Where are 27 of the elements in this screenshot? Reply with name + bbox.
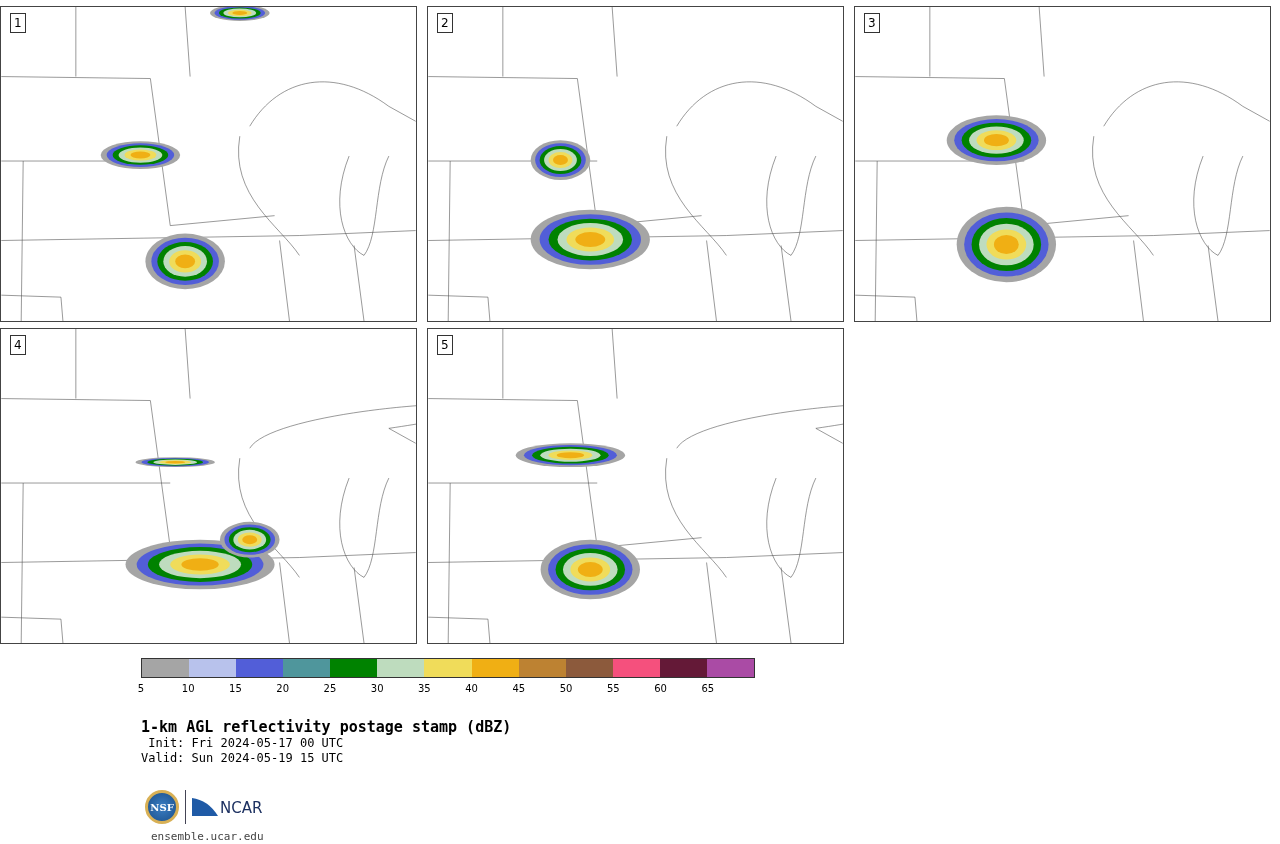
tick-label: 5 <box>137 683 145 694</box>
tick-label: 50 <box>559 683 573 694</box>
wave-icon <box>192 798 218 816</box>
tick-label: 30 <box>370 683 384 694</box>
tick-label: 20 <box>276 683 290 694</box>
panel-number: 4 <box>10 335 26 355</box>
tick-label: 55 <box>606 683 620 694</box>
tick-label: 15 <box>229 683 242 694</box>
tick-label: 35 <box>418 683 431 694</box>
nsf-logo: NSF <box>145 790 179 824</box>
tick-label: 10 <box>181 683 195 694</box>
tick-label: 65 <box>701 683 715 694</box>
tick-label: 40 <box>465 683 478 694</box>
init-time: Init: Fri 2024-05-17 00 UTC <box>147 736 345 751</box>
tick-label: 60 <box>654 683 667 694</box>
panel-number: 2 <box>437 13 453 33</box>
panel-number: 3 <box>864 13 880 33</box>
tick-label: 25 <box>323 683 337 694</box>
panel-number: 5 <box>437 335 453 355</box>
tick-label: 45 <box>512 683 526 694</box>
radar-echo-drawing <box>210 7 270 21</box>
panel-number: 1 <box>10 13 26 33</box>
radar-echo-drawing <box>530 140 591 180</box>
ncar-logo: NCAR <box>220 800 263 816</box>
chart-title: 1-km AGL reflectivity postage stamp (dBZ) <box>141 718 513 736</box>
valid-time: Valid: Sun 2024-05-19 15 UTC <box>141 751 345 766</box>
site-url: ensemble.ucar.edu <box>151 830 265 843</box>
